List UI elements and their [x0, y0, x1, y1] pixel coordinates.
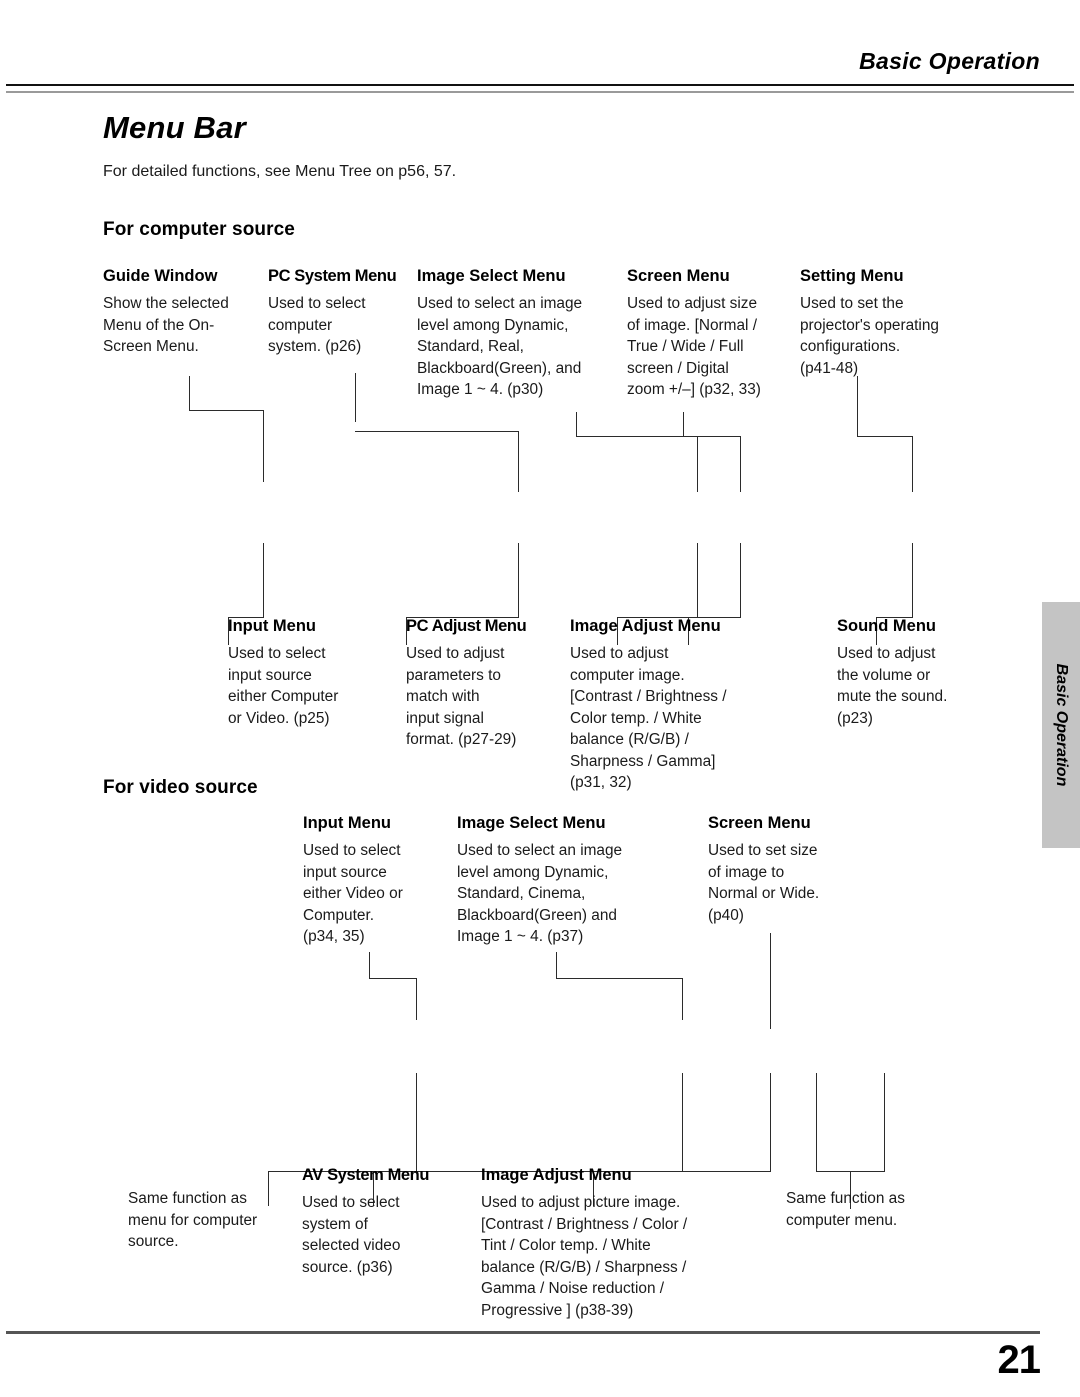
connector-line [683, 412, 684, 437]
connector-line [682, 978, 683, 1020]
menu-block-pc-system-menu: PC System Menu Used to select computer s… [268, 266, 408, 358]
connector-line [518, 543, 519, 618]
connector-line [770, 933, 771, 1029]
connector-line [416, 1073, 417, 1172]
connector-line [556, 952, 557, 979]
menu-block-body: Used to select input source either Video… [303, 842, 403, 945]
menu-block-sound-menu: Sound Menu Used to adjust the volume or … [837, 616, 987, 729]
connector-line [576, 412, 577, 437]
menu-block-title: Input Menu [303, 814, 391, 832]
menu-block-body: Used to set the projector's operating co… [800, 295, 939, 377]
header-rule [6, 84, 1074, 93]
menu-block-body: Used to adjust size of image. [Normal / … [627, 295, 761, 398]
connector-line [697, 436, 698, 492]
menu-block-title: Guide Window [103, 267, 218, 285]
intro-text: For detailed functions, see Menu Tree on… [103, 163, 457, 180]
menu-block-title: Sound Menu [837, 617, 936, 635]
menu-block-title: Image Select Menu [417, 267, 566, 285]
connector-line [816, 1073, 817, 1172]
connector-line [682, 1073, 683, 1172]
menu-block-title: Image Select Menu [457, 814, 606, 832]
connector-line [912, 543, 913, 618]
connector-line [189, 410, 264, 411]
menu-block-video-same-as-computer-menu: Same function as computer menu. [786, 1188, 956, 1231]
menu-block-body: Same function as menu for computer sourc… [128, 1190, 258, 1250]
connector-line [263, 410, 264, 482]
menu-block-av-system-menu: AV System Menu Used to select system of … [302, 1165, 452, 1278]
connector-line [416, 978, 417, 1020]
menu-block-body: Used to select an image level among Dyna… [417, 295, 583, 398]
section-heading-computer: For computer source [103, 219, 295, 240]
connector-line [369, 952, 370, 979]
connector-line [740, 543, 741, 618]
side-tab-basic-operation: Basic Operation [1042, 602, 1080, 848]
menu-block-image-select-menu: Image Select Menu Used to select an imag… [417, 266, 617, 401]
page-number: 21 [997, 1338, 1041, 1382]
menu-block-video-input-menu: Input Menu Used to select input source e… [303, 813, 453, 948]
menu-block-pc-adjust-menu: PC Adjust Menu Used to adjust parameters… [406, 616, 556, 751]
connector-line [355, 373, 356, 422]
connector-line [369, 978, 417, 979]
menu-block-body: Used to adjust the volume or mute the so… [837, 645, 948, 727]
menu-block-input-menu: Input Menu Used to select input source e… [228, 616, 378, 729]
menu-block-body: Used to select an image level among Dyna… [457, 842, 623, 945]
document-page: Basic Operation Menu Bar For detailed fu… [0, 0, 1080, 1397]
connector-line [683, 436, 740, 437]
menu-block-image-adjust-menu: Image Adjust Menu Used to adjust compute… [570, 616, 790, 794]
menu-block-guide-window: Guide Window Show the selected Menu of t… [103, 266, 258, 358]
connector-line [556, 978, 683, 979]
menu-block-video-image-select-menu: Image Select Menu Used to select an imag… [457, 813, 672, 948]
connector-line [740, 436, 741, 492]
menu-block-video-screen-menu: Screen Menu Used to set size of image to… [708, 813, 868, 926]
menu-block-body: Show the selected Menu of the On- Screen… [103, 295, 229, 355]
menu-block-video-same-as-computer: Same function as menu for computer sourc… [128, 1188, 293, 1253]
menu-block-title: Screen Menu [627, 267, 730, 285]
connector-line [263, 543, 264, 618]
menu-block-video-image-adjust-menu: Image Adjust Menu Used to adjust picture… [481, 1165, 771, 1321]
menu-block-body: Same function as computer menu. [786, 1190, 905, 1229]
menu-block-title: AV System Menu [302, 1166, 430, 1184]
connector-line [576, 436, 697, 437]
connector-line [189, 376, 190, 411]
connector-line [518, 431, 519, 492]
connector-line [857, 376, 858, 436]
menu-block-body: Used to adjust picture image. [Contrast … [481, 1194, 688, 1319]
connector-line [770, 1073, 771, 1172]
menu-block-screen-menu: Screen Menu Used to adjust size of image… [627, 266, 797, 401]
menu-block-title: Screen Menu [708, 814, 811, 832]
menu-block-title: Image Adjust Menu [570, 617, 721, 635]
menu-block-title: Setting Menu [800, 267, 904, 285]
menu-block-title: Input Menu [228, 617, 316, 635]
menu-block-body: Used to adjust parameters to match with … [406, 645, 517, 748]
connector-line [355, 431, 518, 432]
menu-block-title: PC Adjust Menu [406, 617, 527, 635]
section-heading-video: For video source [103, 777, 258, 798]
running-head: Basic Operation [859, 48, 1040, 74]
menu-block-body: Used to adjust computer image. [Contrast… [570, 645, 727, 791]
menu-block-body: Used to select input source either Compu… [228, 645, 339, 727]
connector-line [857, 436, 913, 437]
menu-block-body: Used to select computer system. (p26) [268, 295, 366, 355]
page-title: Menu Bar [103, 110, 246, 145]
menu-block-setting-menu: Setting Menu Used to set the projector's… [800, 266, 980, 379]
footer-rule [6, 1331, 1040, 1334]
menu-block-title: PC System Menu [268, 267, 397, 285]
side-tab-label: Basic Operation [1053, 663, 1070, 787]
menu-block-title: Image Adjust Menu [481, 1166, 632, 1184]
menu-block-body: Used to set size of image to Normal or W… [708, 842, 820, 924]
connector-line [912, 436, 913, 492]
connector-line [884, 1073, 885, 1172]
menu-block-body: Used to select system of selected video … [302, 1194, 401, 1276]
connector-line [697, 543, 698, 618]
